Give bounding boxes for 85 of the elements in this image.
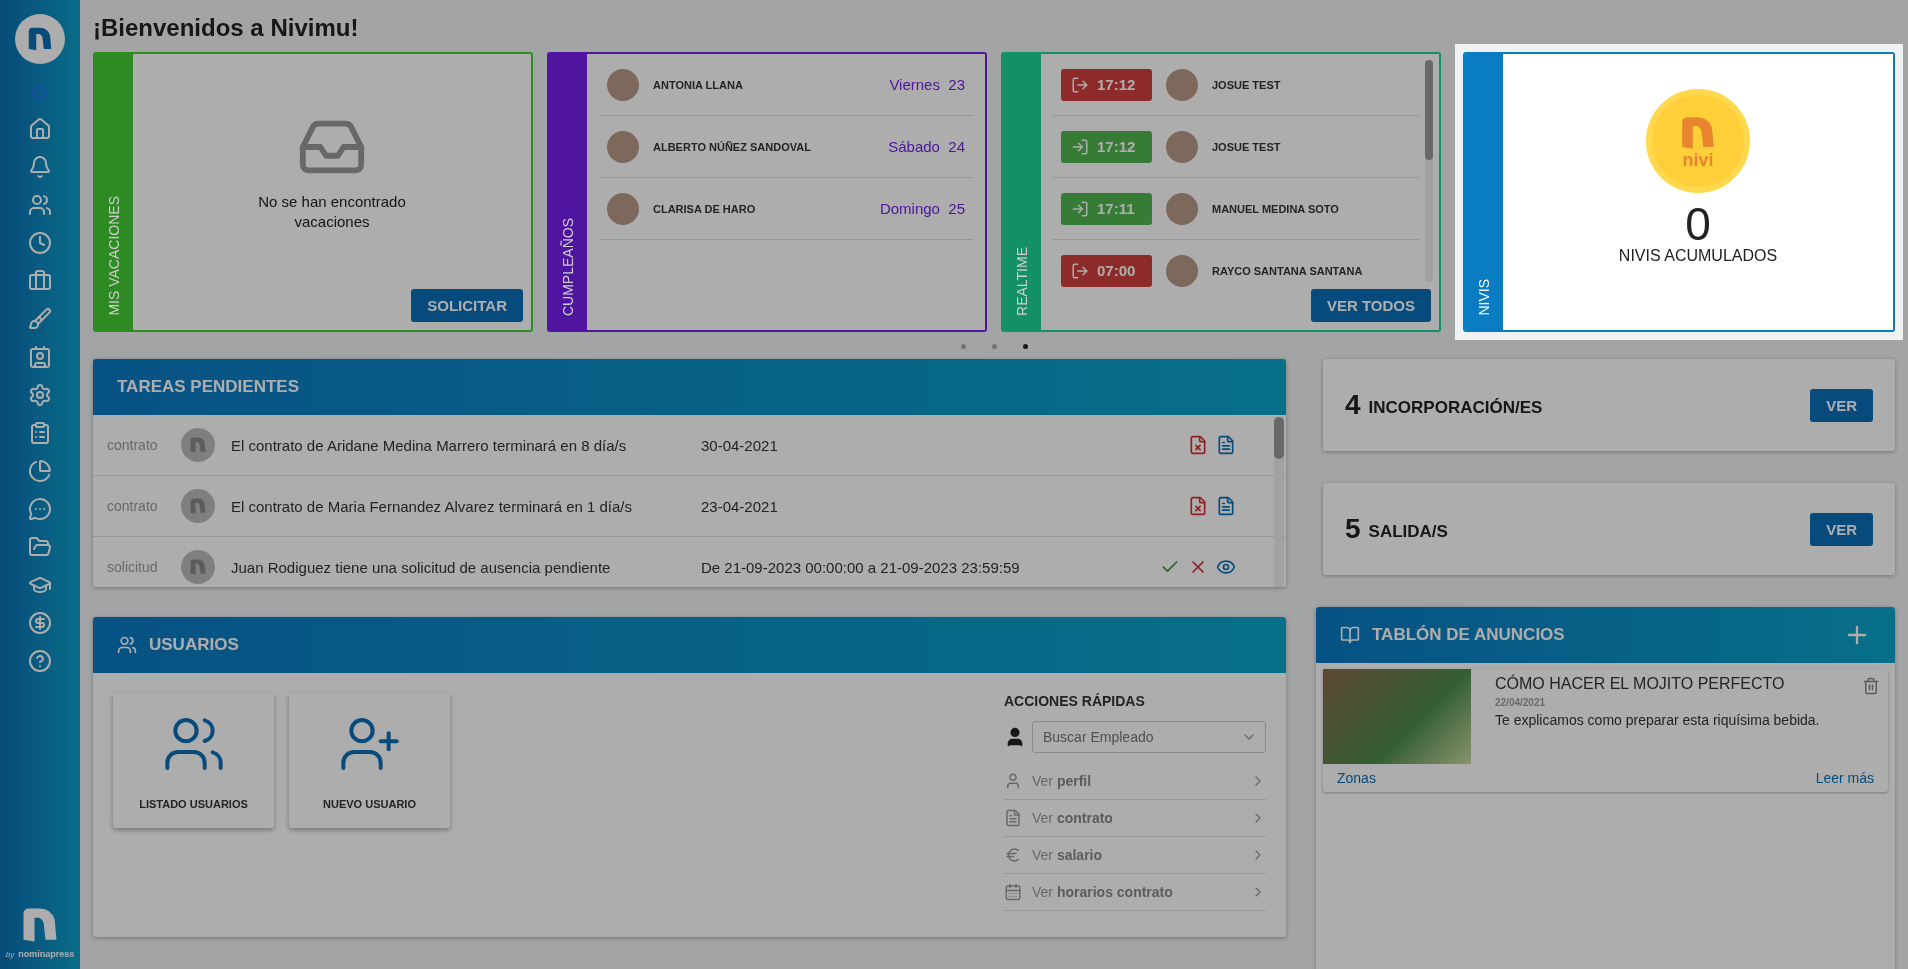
person-name: MANUEL MEDINA SOTO (1212, 202, 1340, 215)
euro-icon (1004, 846, 1022, 864)
read-more-link[interactable]: Leer más (1815, 770, 1874, 786)
document-icon[interactable] (1216, 435, 1236, 455)
employee-search-field[interactable]: Buscar Empleado (1032, 721, 1266, 753)
book-icon (1340, 625, 1360, 645)
view-all-button[interactable]: VER TODOS (1310, 289, 1431, 322)
avatar-placeholder (1166, 130, 1198, 163)
logo-icon (188, 435, 208, 455)
file-x-icon[interactable] (1188, 435, 1208, 455)
document-icon (1004, 809, 1022, 827)
post-text: Te explicamos como preparar esta riquísima bebida. (1495, 712, 1821, 728)
empty-message: No se han encontrado vacaciones (257, 192, 407, 231)
panel-title: USUARIOS (149, 635, 240, 655)
nivis-count: 0 (1685, 201, 1711, 247)
task-type: solicitud (107, 559, 159, 575)
birthday-date: Sábado 24 (888, 138, 965, 155)
tag-link[interactable]: Zonas (1337, 770, 1376, 786)
request-button[interactable]: SOLICITAR (411, 289, 523, 322)
card-title: CUMPLEAÑOS (560, 217, 576, 316)
avatar-placeholder (607, 130, 639, 163)
panel-title: TAREAS PENDIENTES (117, 377, 300, 397)
card-title: NIVIS (1476, 279, 1492, 316)
person-name: ANTONIA LLANA (653, 78, 744, 91)
logo-icon (188, 496, 208, 516)
user-action-tile[interactable]: NUEVO USUARIO (289, 693, 450, 828)
document-icon[interactable] (1216, 496, 1236, 516)
counter-label: INCORPORACIÓN/ES (1368, 397, 1544, 418)
card-title: MIS VACACIONES (106, 196, 122, 316)
nivis-caption: NIVIS ACUMULADOS (1618, 247, 1778, 265)
person-name: ALBERTO NÚÑEZ SANDOVAL (653, 140, 812, 153)
brand-by: by (5, 950, 15, 959)
quick-action-item[interactable]: Ver perfil (1004, 763, 1266, 800)
user-icon (1004, 772, 1022, 790)
clock-time-badge: 17:12 (1061, 68, 1152, 101)
carousel-dot[interactable] (1022, 344, 1028, 349)
carousel-dot[interactable] (960, 344, 966, 349)
eye-icon[interactable] (1216, 557, 1236, 577)
task-date: 30-04-2021 (701, 436, 779, 454)
avatar-placeholder (607, 192, 639, 225)
quick-action-item[interactable]: Ver contrato (1004, 800, 1266, 837)
post-title: CÓMO HACER EL MOJITO PERFECTO (1495, 675, 1786, 693)
panel-title: TABLÓN DE ANUNCIOS (1372, 625, 1566, 645)
counter-label: SALIDA/S (1368, 521, 1449, 542)
task-text: El contrato de Aridane Medina Marrero terminará en 8 día/s (231, 436, 628, 454)
file-x-icon[interactable] (1188, 496, 1208, 516)
person-name: JOSUE TEST (1212, 78, 1282, 91)
status-ring-icon (33, 86, 47, 100)
birthday-date: Domingo 25 (879, 200, 965, 217)
logo-icon (188, 557, 208, 577)
task-type: contrato (107, 437, 159, 453)
avatar-placeholder (1166, 254, 1198, 287)
task-type: contrato (107, 498, 159, 514)
task-date: De 21-09-2023 00:00:00 a 21-09-2023 23:59:59 (701, 558, 1021, 576)
view-button[interactable]: VER (1810, 512, 1873, 546)
counter-number: 5 (1345, 513, 1361, 545)
avatar-placeholder (1166, 68, 1198, 101)
clock-time-badge: 17:12 (1061, 130, 1152, 163)
quick-action-item[interactable]: Ver salario (1004, 837, 1266, 874)
task-text: Juan Rodiguez tiene una solicitud de ausencia pendiente (231, 558, 612, 576)
card-title: REALTIME (1014, 247, 1030, 316)
brand-name: nominapress (18, 949, 75, 959)
task-text: El contrato de Maria Fernandez Alvarez terminará en 1 día/s (231, 497, 634, 515)
view-button[interactable]: VER (1810, 388, 1873, 422)
search-input[interactable]: Buscar Empleado (1041, 728, 1241, 746)
counter-number: 4 (1345, 389, 1361, 421)
quick-action-item[interactable]: Ver horarios contrato (1004, 874, 1266, 911)
carousel-dot[interactable] (991, 344, 997, 349)
calendar-icon (1004, 883, 1022, 901)
users-icon (117, 635, 137, 655)
quick-actions-title: ACCIONES RÁPIDAS (1004, 693, 1146, 709)
avatar-placeholder (1166, 192, 1198, 225)
person-name: CLARISA DE HARO (653, 202, 757, 215)
avatar-placeholder (607, 68, 639, 101)
post-date: 22/04/2021 (1495, 697, 1547, 708)
user-action-tile[interactable]: LISTADO USUARIOS (113, 693, 274, 828)
birthday-date: Viernes 23 (889, 76, 965, 93)
person-name: RAYCO SANTANA SANTANA (1212, 264, 1364, 277)
page-title: ¡Bienvenidos a Nivimu! (93, 14, 360, 42)
app-logo[interactable] (15, 14, 65, 64)
person-name: JOSUE TEST (1212, 140, 1282, 153)
coin-logo: nivi (1646, 89, 1750, 193)
task-date: 23-04-2021 (701, 497, 779, 515)
clock-time-badge: 17:11 (1061, 192, 1152, 225)
clock-time-badge: 07:00 (1061, 254, 1152, 287)
